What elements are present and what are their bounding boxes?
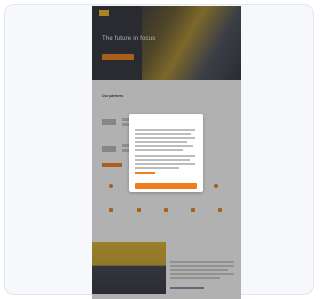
cookie-text-line — [135, 133, 191, 135]
cookie-text-line — [135, 145, 193, 147]
cookie-policy-link[interactable] — [135, 172, 155, 174]
cookie-text-line — [135, 137, 195, 139]
cookie-text-line — [135, 163, 195, 165]
cookie-text-line — [135, 149, 183, 151]
cookie-text-line — [135, 155, 195, 157]
cookie-text-line — [135, 141, 187, 143]
cookie-consent-dialog — [129, 114, 203, 192]
cookie-text-line — [135, 167, 179, 169]
cookie-text-line — [135, 159, 190, 161]
cookie-accept-button[interactable] — [135, 183, 197, 189]
web-page-preview[interactable]: The future in focus Our partners — [92, 6, 241, 299]
cookie-text-line — [135, 129, 195, 131]
